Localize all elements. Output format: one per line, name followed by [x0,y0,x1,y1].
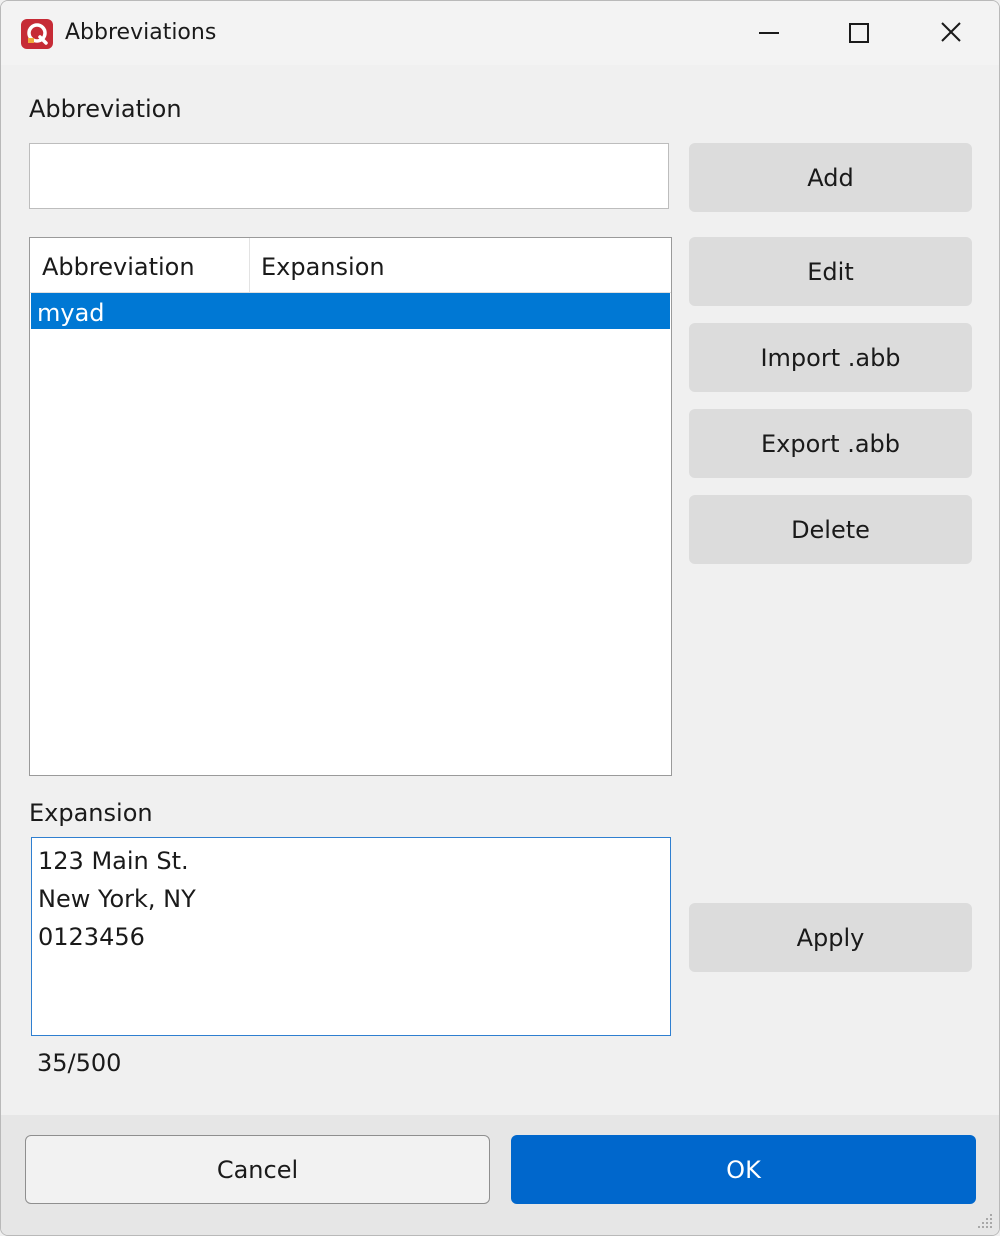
window-title: Abbreviations [65,20,217,45]
maximize-button[interactable] [839,15,879,51]
title-bar[interactable]: Abbreviations [1,1,999,65]
expansion-label: Expansion [29,799,153,827]
character-counter: 35/500 [37,1049,122,1077]
edit-button[interactable]: Edit [689,237,972,306]
minimize-icon [759,32,779,34]
delete-button[interactable]: Delete [689,495,972,564]
abbreviations-dialog: Abbreviations Abbreviation Add Abbreviat… [0,0,1000,1236]
abbreviation-label: Abbreviation [29,95,182,123]
app-logo-icon [21,19,53,49]
cancel-button[interactable]: Cancel [25,1135,490,1204]
dialog-footer: Cancel OK [1,1115,999,1235]
ok-button[interactable]: OK [511,1135,976,1204]
close-icon [941,22,961,42]
column-header-abbreviation[interactable]: Abbreviation [30,238,250,292]
maximize-icon [849,23,869,43]
close-button[interactable] [931,15,971,51]
add-button[interactable]: Add [689,143,972,212]
list-header: Abbreviation Expansion [30,238,671,293]
column-header-expansion[interactable]: Expansion [250,238,385,292]
minimize-button[interactable] [749,15,789,51]
resize-grip-icon[interactable] [973,1209,995,1231]
import-abb-button[interactable]: Import .abb [689,323,972,392]
abbreviations-list[interactable]: Abbreviation Expansion myad [29,237,672,776]
export-abb-button[interactable]: Export .abb [689,409,972,478]
list-item-abbreviation: myad [37,299,105,327]
list-item[interactable]: myad [31,293,670,329]
expansion-textarea[interactable]: 123 Main St. New York, NY 0123456 [31,837,671,1036]
abbreviation-input[interactable] [29,143,669,209]
apply-button[interactable]: Apply [689,903,972,972]
